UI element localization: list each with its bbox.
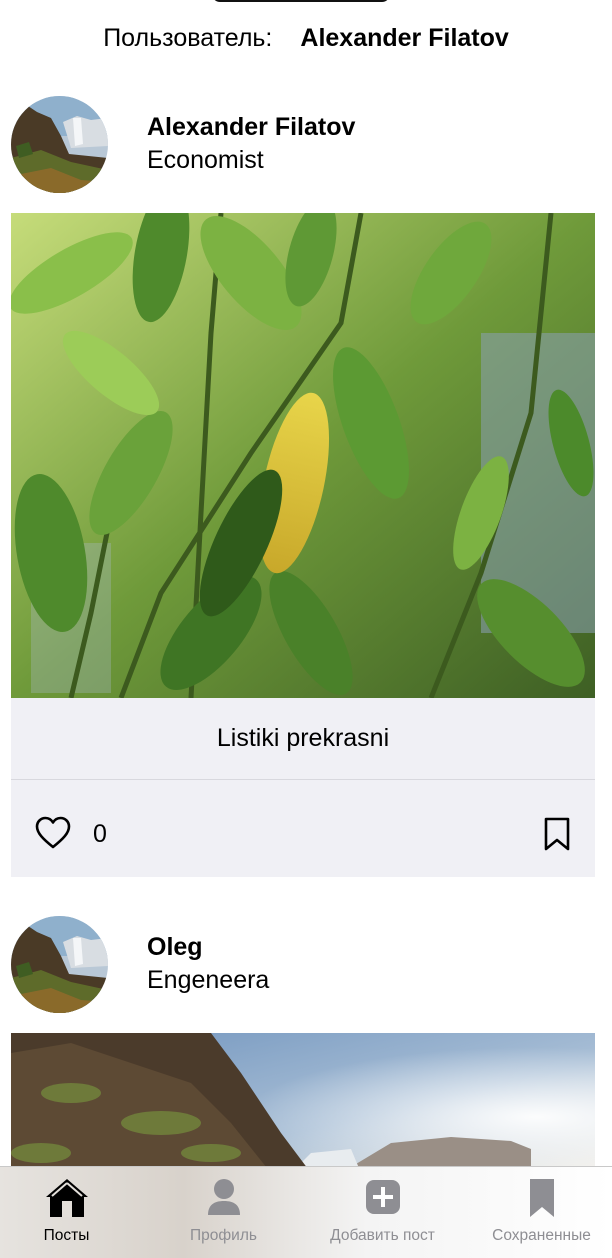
tab-profile[interactable]: Профиль xyxy=(147,1167,300,1258)
like-count: 0 xyxy=(93,820,107,848)
author-name[interactable]: Alexander Filatov xyxy=(147,113,355,142)
post-actions: 0 xyxy=(11,780,595,877)
post-footer: Listiki prekrasni 0 xyxy=(11,698,595,877)
heart-icon xyxy=(35,816,71,849)
bookmark-icon xyxy=(528,1177,556,1224)
author-role: Engeneera xyxy=(147,966,270,994)
post-photo[interactable] xyxy=(11,1033,595,1173)
leaves-photo xyxy=(11,213,595,698)
waterfall-avatar-image xyxy=(11,916,108,1013)
post-caption: Listiki prekrasni xyxy=(11,698,595,780)
waterfall-photo xyxy=(11,1033,595,1173)
post-card: Oleg Engeneera xyxy=(0,916,612,1173)
author-role: Economist xyxy=(147,146,264,174)
save-post-button[interactable] xyxy=(543,817,571,851)
post-author[interactable]: Oleg Engeneera xyxy=(0,916,612,1016)
tab-label: Профиль xyxy=(190,1227,257,1244)
tab-label: Добавить пост xyxy=(330,1227,435,1244)
post-author[interactable]: Alexander Filatov Economist xyxy=(0,96,612,196)
tab-saved[interactable]: Сохраненные xyxy=(465,1167,612,1258)
current-user-name: Alexander Filatov xyxy=(300,23,509,52)
tab-posts[interactable]: Посты xyxy=(0,1167,143,1258)
tab-label: Сохраненные xyxy=(492,1227,591,1244)
bookmark-outline-icon xyxy=(544,817,570,851)
waterfall-avatar-image xyxy=(11,96,108,193)
author-name[interactable]: Oleg xyxy=(147,933,203,962)
avatar[interactable] xyxy=(11,916,108,1013)
tab-label: Посты xyxy=(43,1227,90,1244)
tab-add-post[interactable]: Добавить пост xyxy=(306,1167,459,1258)
avatar[interactable] xyxy=(11,96,108,193)
device-notch xyxy=(212,0,390,2)
post-photo[interactable] xyxy=(11,213,595,698)
current-user-header: Пользователь: Alexander Filatov xyxy=(0,20,612,56)
house-icon xyxy=(44,1177,90,1224)
user-label: Пользователь: xyxy=(103,23,273,52)
post-card: Alexander Filatov Economist Listiki prek… xyxy=(0,96,612,877)
like-button[interactable] xyxy=(35,816,71,850)
bottom-tab-bar: Посты Профиль Добавить пост Сохраненные xyxy=(0,1166,612,1258)
person-icon xyxy=(206,1177,242,1222)
plus-square-icon xyxy=(365,1177,401,1220)
